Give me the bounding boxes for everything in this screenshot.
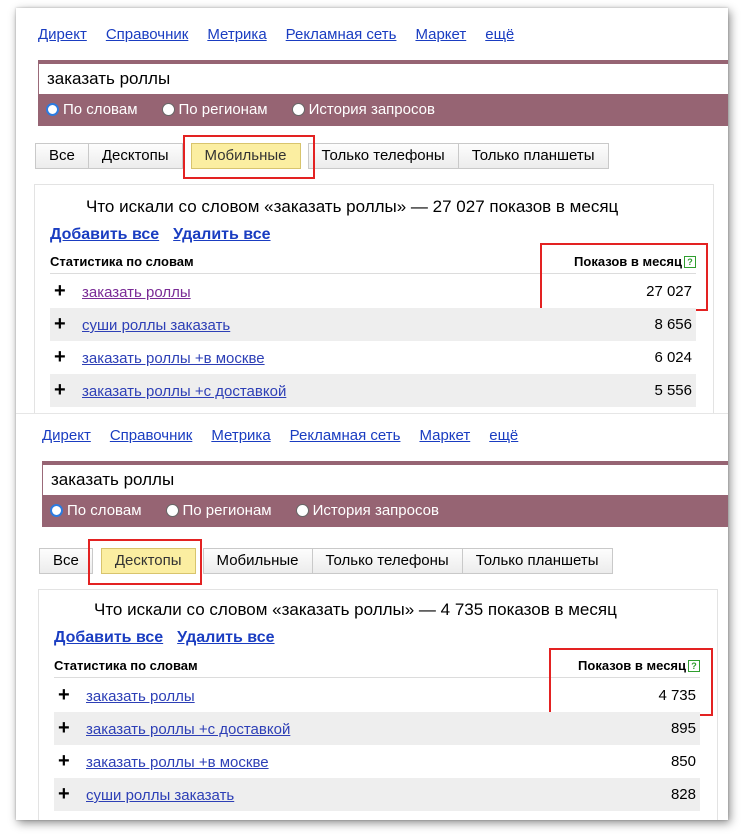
plus-icon[interactable]: + (58, 685, 70, 705)
results-summary: Что искали со словом «заказать роллы» — … (94, 600, 617, 619)
tab-all[interactable]: Все (39, 548, 93, 574)
impressions-count: 5 556 (654, 382, 692, 399)
table-row: + суши роллы заказать 8 656 (50, 308, 696, 341)
keyword-link[interactable]: заказать роллы (86, 688, 195, 705)
radio-history[interactable]: История запросов (295, 501, 439, 519)
impressions-count: 828 (670, 786, 696, 803)
plus-icon[interactable]: + (58, 751, 70, 771)
plus-icon[interactable]: + (54, 380, 66, 400)
keyword-link[interactable]: заказать роллы +в москве (86, 754, 269, 771)
nav-market[interactable]: Маркет (419, 427, 470, 444)
plus-icon[interactable]: + (54, 347, 66, 367)
radio-label: История запросов (312, 501, 439, 519)
impressions-count: 4 735 (658, 687, 696, 704)
search-bar: заказать роллы По словам По регионам Ист… (38, 60, 728, 126)
add-all-link[interactable]: Добавить все (50, 226, 159, 244)
radio-selected-icon (50, 503, 63, 517)
nav-directory[interactable]: Справочник (110, 427, 193, 444)
search-bar: заказать роллы По словам По регионам Ист… (42, 461, 728, 527)
nav-direct[interactable]: Директ (42, 427, 91, 444)
impressions-count: 895 (670, 720, 696, 737)
bulk-actions: Добавить все Удалить все (54, 629, 289, 647)
header-keywords: Статистика по словам (54, 658, 198, 673)
tab-phones-only[interactable]: Только телефоны (307, 143, 459, 169)
panel-mobile: Директ Справочник Метрика Рекламная сеть… (16, 8, 728, 414)
table-row: + суши роллы заказать 828 (54, 778, 700, 811)
nav-metrika[interactable]: Метрика (207, 26, 266, 43)
keyword-link[interactable]: заказать роллы +с доставкой (86, 721, 290, 738)
search-query: заказать роллы (51, 470, 175, 489)
radio-empty-icon (295, 503, 309, 517)
device-tabs: Все Десктопы Мобильные Только телефоны Т… (35, 143, 609, 169)
nav-directory[interactable]: Справочник (106, 26, 189, 43)
radio-label: По регионам (182, 501, 272, 519)
nav-direct[interactable]: Директ (38, 26, 87, 43)
tab-desktops[interactable]: Десктопы (87, 143, 183, 169)
add-all-link[interactable]: Добавить все (54, 629, 163, 647)
radio-by-regions[interactable]: По регионам (165, 501, 272, 519)
bulk-actions: Добавить все Удалить все (50, 226, 285, 244)
radio-label: По словам (67, 501, 142, 519)
search-input[interactable]: заказать роллы (42, 465, 728, 495)
results-summary: Что искали со словом «заказать роллы» — … (86, 197, 619, 216)
radio-selected-icon (46, 102, 59, 116)
keyword-link[interactable]: заказать роллы +в москве (82, 350, 265, 367)
impressions-count: 6 024 (654, 349, 692, 366)
nav-ad-network[interactable]: Рекламная сеть (286, 26, 397, 43)
panel-desktop: Директ Справочник Метрика Рекламная сеть… (16, 413, 728, 820)
tab-all[interactable]: Все (35, 143, 89, 169)
remove-all-link[interactable]: Удалить все (177, 629, 274, 647)
keyword-link[interactable]: заказать роллы (82, 284, 191, 301)
nav-more[interactable]: ещё (485, 26, 514, 43)
top-nav: Директ Справочник Метрика Рекламная сеть… (38, 26, 533, 43)
tab-tablets-only[interactable]: Только планшеты (457, 143, 609, 169)
radio-empty-icon (291, 102, 305, 116)
search-mode-radios: По словам По регионам История запросов (46, 97, 459, 121)
screenshot-frame: Директ Справочник Метрика Рекламная сеть… (16, 8, 728, 820)
highlight-box-tab (88, 539, 202, 585)
table-row: + заказать роллы 4 735 (54, 679, 700, 712)
plus-icon[interactable]: + (58, 718, 70, 738)
plus-icon[interactable]: + (58, 784, 70, 804)
search-mode-radios: По словам По регионам История запросов (50, 498, 463, 522)
radio-history[interactable]: История запросов (291, 100, 435, 118)
search-query: заказать роллы (47, 69, 171, 88)
table-row: + заказать роллы +в москве 850 (54, 745, 700, 778)
header-keywords: Статистика по словам (50, 254, 194, 269)
radio-by-regions[interactable]: По регионам (161, 100, 268, 118)
keyword-link[interactable]: суши роллы заказать (82, 317, 230, 334)
radio-empty-icon (161, 102, 175, 116)
remove-all-link[interactable]: Удалить все (173, 226, 270, 244)
radio-by-words[interactable]: По словам (46, 101, 138, 118)
tab-tablets-only[interactable]: Только планшеты (461, 548, 613, 574)
tab-mobile[interactable]: Мобильные (202, 548, 313, 574)
nav-metrika[interactable]: Метрика (211, 427, 270, 444)
radio-empty-icon (165, 503, 179, 517)
radio-label: По словам (63, 100, 138, 118)
nav-more[interactable]: ещё (489, 427, 518, 444)
table-row: + заказать роллы +в москве 6 024 (50, 341, 696, 374)
radio-label: История запросов (308, 100, 435, 118)
search-input[interactable]: заказать роллы (38, 64, 728, 94)
top-nav: Директ Справочник Метрика Рекламная сеть… (42, 427, 537, 444)
keyword-link[interactable]: суши роллы заказать (86, 787, 234, 804)
radio-by-words[interactable]: По словам (50, 502, 142, 519)
keyword-link[interactable]: заказать роллы +с доставкой (82, 383, 286, 400)
impressions-count: 27 027 (646, 283, 692, 300)
plus-icon[interactable]: + (54, 281, 66, 301)
highlight-box-tab (183, 135, 315, 179)
tab-phones-only[interactable]: Только телефоны (311, 548, 463, 574)
table-row: + заказать роллы 27 027 (50, 275, 696, 308)
table-row: + заказать роллы +с доставкой 895 (54, 712, 700, 745)
plus-icon[interactable]: + (54, 314, 66, 334)
nav-market[interactable]: Маркет (415, 26, 466, 43)
nav-ad-network[interactable]: Рекламная сеть (290, 427, 401, 444)
radio-label: По регионам (178, 100, 268, 118)
table-row: + заказать роллы +с доставкой 5 556 (50, 374, 696, 407)
impressions-count: 850 (670, 753, 696, 770)
impressions-count: 8 656 (654, 316, 692, 333)
